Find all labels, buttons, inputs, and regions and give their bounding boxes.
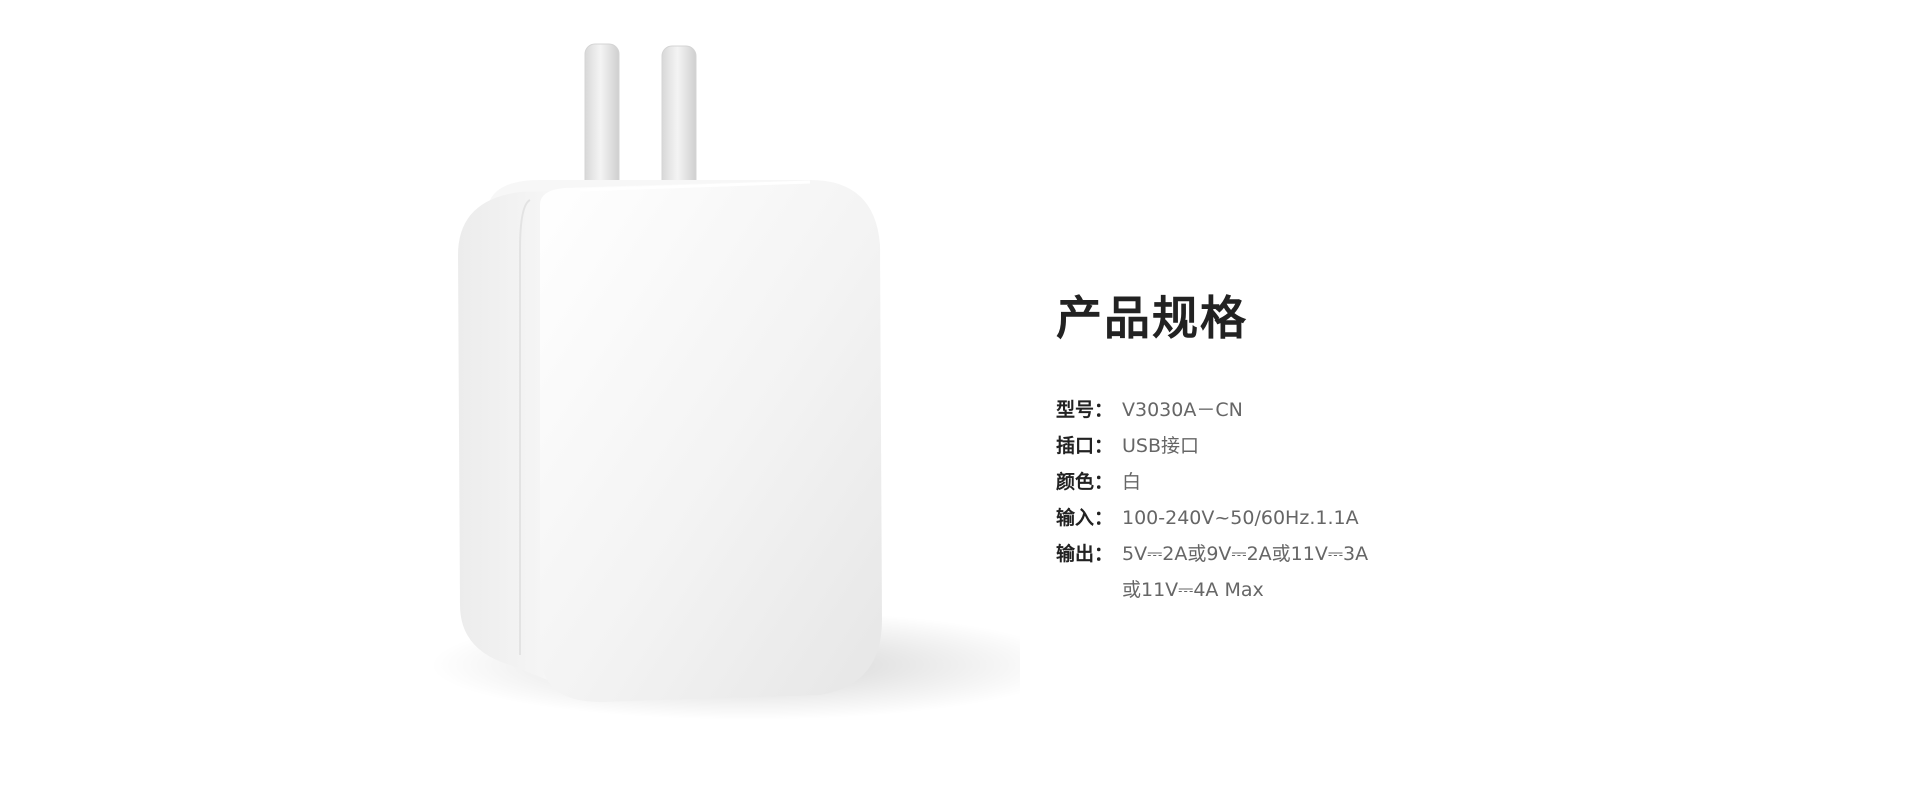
- spec-label: 颜色：: [1056, 471, 1114, 493]
- page: 产品规格 型号： V3030A－CN 插口： USB接口 颜色： 白 输入： 1…: [0, 0, 1920, 811]
- spec-value: V3030A－CN: [1122, 399, 1243, 421]
- spec-panel: 产品规格 型号： V3030A－CN 插口： USB接口 颜色： 白 输入： 1…: [1056, 290, 1576, 608]
- spec-label: 插口：: [1056, 435, 1114, 457]
- spec-value: 5V⎓2A或9V⎓2A或11V⎓3A: [1122, 543, 1369, 565]
- spec-label: 型号：: [1056, 399, 1114, 421]
- spec-label: 输入：: [1056, 507, 1114, 529]
- spec-list: 型号： V3030A－CN 插口： USB接口 颜色： 白 输入： 100-24…: [1056, 392, 1576, 608]
- spec-row-input: 输入： 100-240V~50/60Hz.1.1A: [1056, 500, 1576, 536]
- spec-value: 或11V⎓4A Max: [1122, 579, 1264, 601]
- spec-row-model: 型号： V3030A－CN: [1056, 392, 1576, 428]
- spec-row-port: 插口： USB接口: [1056, 428, 1576, 464]
- product-image: [380, 30, 1020, 730]
- spec-value: 100-240V~50/60Hz.1.1A: [1122, 507, 1359, 529]
- spec-label: 输出：: [1056, 543, 1114, 565]
- spec-row-output: 输出： 5V⎓2A或9V⎓2A或11V⎓3A 或11V⎓4A Max: [1056, 536, 1576, 608]
- spec-value: 白: [1122, 471, 1142, 493]
- spec-row-color: 颜色： 白: [1056, 464, 1576, 500]
- spec-title: 产品规格: [1056, 291, 1248, 345]
- spec-value: USB接口: [1122, 435, 1200, 457]
- usb-charger-image: [430, 43, 1020, 720]
